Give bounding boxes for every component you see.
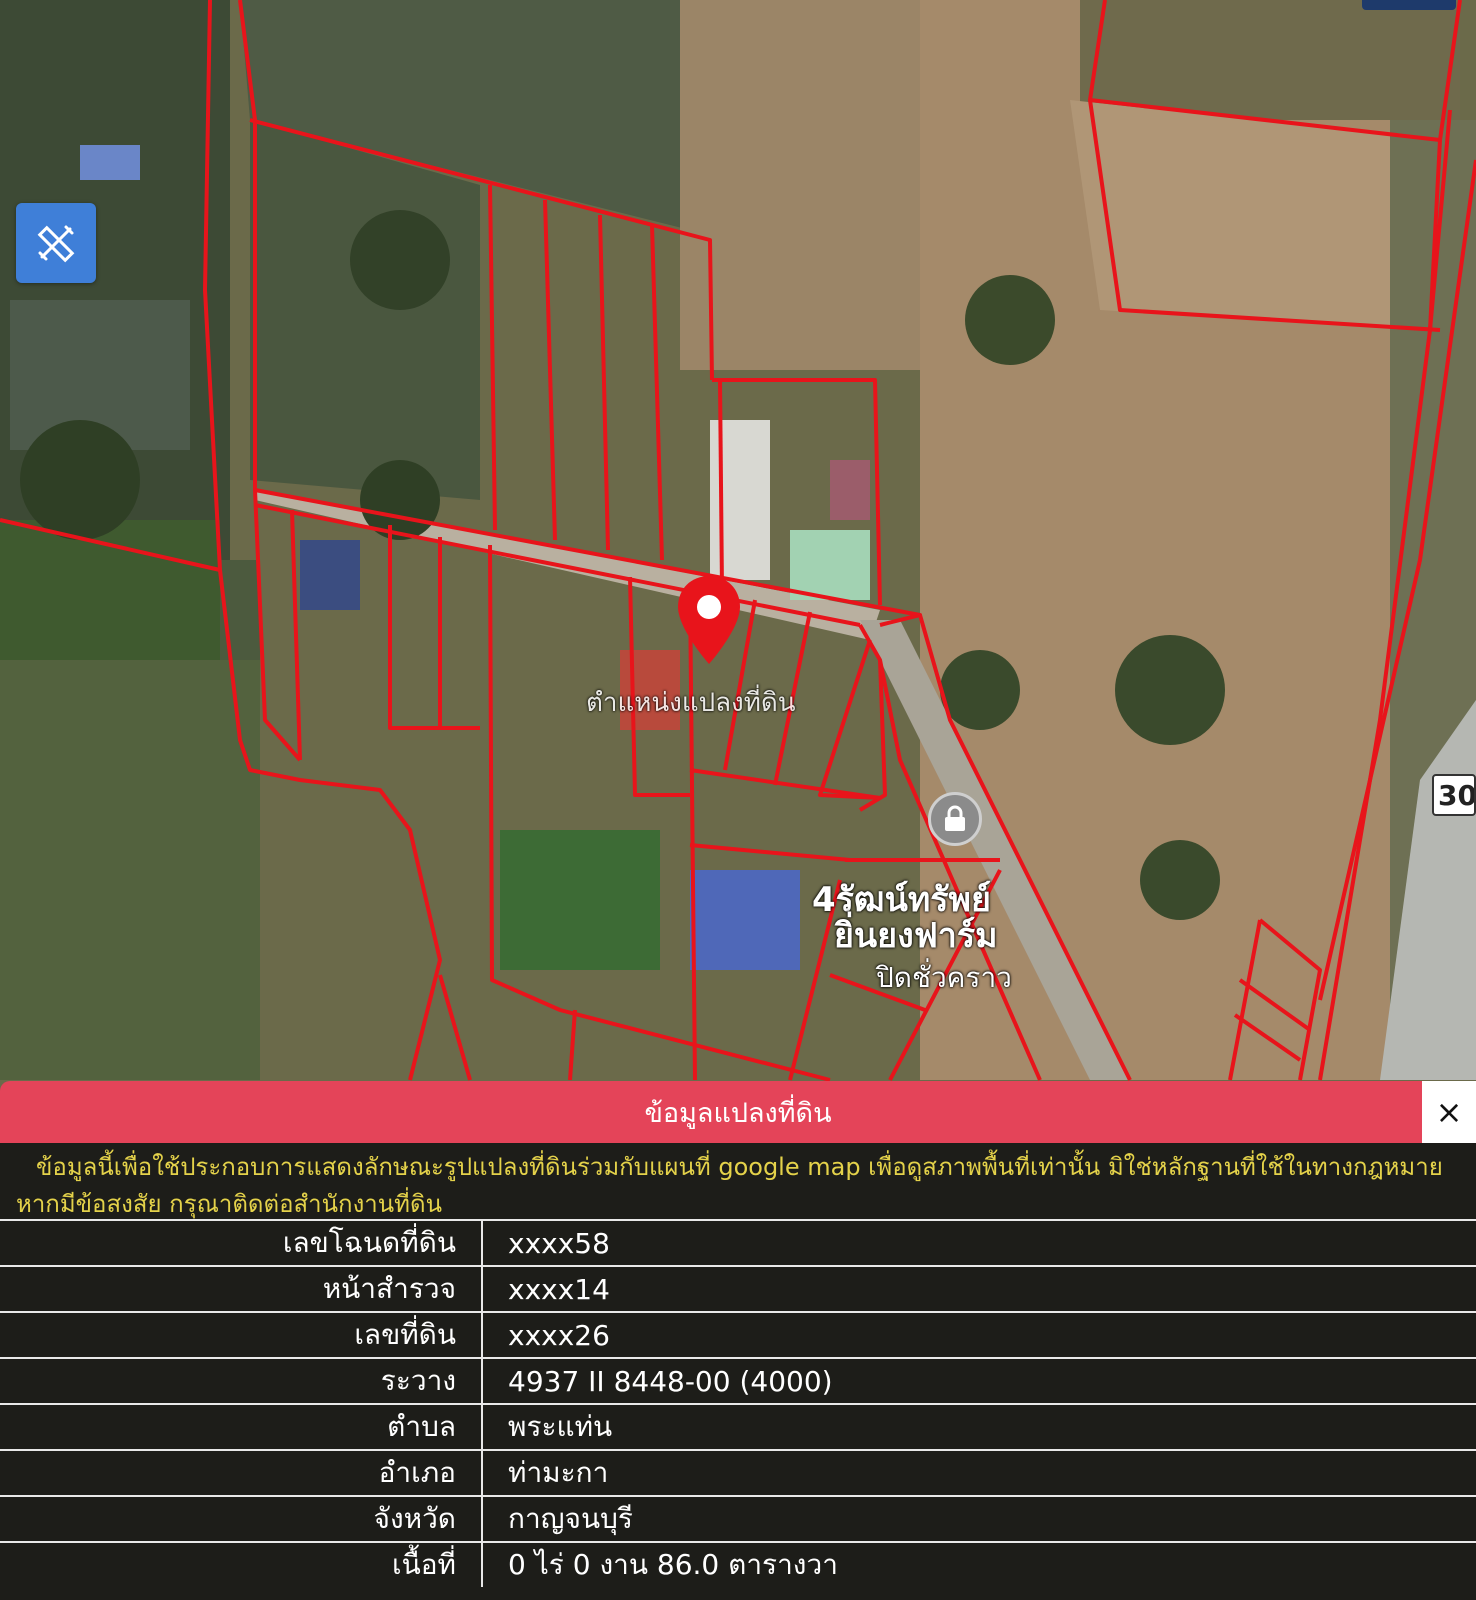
land-number-label: เลขที่ดิน (0, 1311, 483, 1358)
land-number-value: xxxx26 (482, 1311, 1476, 1358)
map-sheet-value: 4937 II 8448-00 (4000) (482, 1357, 1476, 1404)
measure-tool-button[interactable] (16, 203, 96, 283)
farm-status-label: ปิดชั่วคราว (876, 961, 1012, 994)
deed-number-value: xxxx58 (482, 1219, 1476, 1266)
panel-title: ข้อมูลแปลงที่ดิน (644, 1097, 832, 1129)
close-icon: × (1435, 1093, 1463, 1131)
table-row: หน้าสำรวจ xxxx14 (0, 1265, 1476, 1312)
panel-header: ข้อมูลแปลงที่ดิน × (0, 1081, 1476, 1143)
province-value: กาญจนบุรี (482, 1495, 1476, 1542)
survey-page-value: xxxx14 (482, 1265, 1476, 1312)
map-sheet-label: ระวาง (0, 1357, 483, 1404)
table-row: ระวาง 4937 II 8448-00 (4000) (0, 1357, 1476, 1404)
land-info-panel: ข้อมูลแปลงที่ดิน × ข้อมูลนี้เพื่อใช้ประก… (0, 1081, 1476, 1600)
district-label: อำเภอ (0, 1449, 483, 1496)
farm-name-line1: 4รัฒน์ทรัพย์ (812, 880, 991, 920)
close-button[interactable]: × (1422, 1081, 1476, 1143)
farm-name-label: 4รัฒน์ทรัพย์ ยิ่นยงฟาร์ม (812, 882, 998, 954)
table-row: เลขโฉนดที่ดิน xxxx58 (0, 1219, 1476, 1266)
disclaimer-line-1: ข้อมูลนี้เพื่อใช้ประกอบการแสดงลักษณะรูปแ… (36, 1153, 1443, 1181)
location-pin-icon[interactable] (676, 574, 742, 666)
farm-name-line2: ยิ่นยงฟาร์ม (834, 916, 998, 956)
survey-page-label: หน้าสำรวจ (0, 1265, 483, 1312)
parcel-location-label: ตำแหน่งแปลงที่ดิน (586, 688, 796, 718)
table-row: อำเภอ ท่ามะกา (0, 1449, 1476, 1496)
disclaimer-line-2: หากมีข้อสงสัย กรุณาติดต่อสำนักงานที่ดิน (16, 1190, 442, 1218)
disclaimer-notice: ข้อมูลนี้เพื่อใช้ประกอบการแสดงลักษณะรูปแ… (0, 1143, 1476, 1223)
land-info-table: เลขโฉนดที่ดิน xxxx58 หน้าสำรวจ xxxx14 เล… (0, 1219, 1476, 1587)
province-label: จังหวัด (0, 1495, 483, 1542)
area-label: เนื้อที่ (0, 1541, 483, 1587)
deed-number-label: เลขโฉนดที่ดิน (0, 1219, 483, 1266)
map-top-control[interactable] (1362, 0, 1456, 10)
table-row: จังหวัด กาญจนบุรี (0, 1495, 1476, 1542)
panel-body: ข้อมูลนี้เพื่อใช้ประกอบการแสดงลักษณะรูปแ… (0, 1143, 1476, 1600)
table-row: เนื้อที่ 0 ไร่ 0 งาน 86.0 ตารางวา (0, 1541, 1476, 1587)
table-row: ตำบล พระแท่น (0, 1403, 1476, 1450)
area-value: 0 ไร่ 0 งาน 86.0 ตารางวา (482, 1541, 1476, 1587)
subdistrict-value: พระแท่น (482, 1403, 1476, 1450)
table-row: เลขที่ดิน xxxx26 (0, 1311, 1476, 1358)
lock-place-icon[interactable] (928, 792, 982, 846)
ruler-pencil-icon (32, 219, 80, 267)
subdistrict-label: ตำบล (0, 1403, 483, 1450)
road-number-badge: 308 (1432, 774, 1476, 816)
district-value: ท่ามะกา (482, 1449, 1476, 1496)
